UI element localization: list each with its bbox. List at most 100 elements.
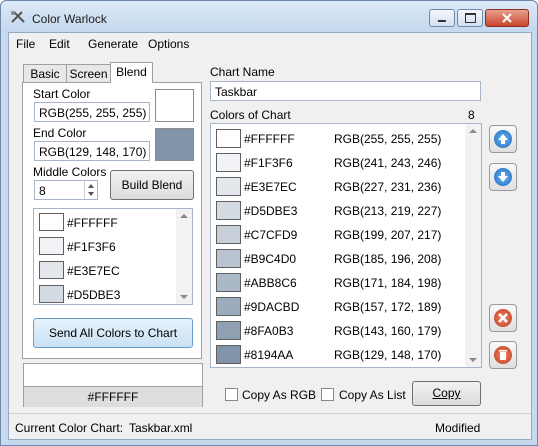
spin-down-icon[interactable] [88,192,94,196]
chart-color-row[interactable]: #FFFFFF RGB(255, 255, 255) [211,129,481,152]
copy-as-list-checkbox[interactable] [321,388,334,401]
rgb-label: RGB(199, 207, 217) [334,228,442,242]
color-swatch [216,249,241,268]
move-down-button[interactable] [489,163,517,191]
scroll-up-icon[interactable] [180,214,188,218]
end-color-swatch[interactable] [155,128,194,161]
hex-label: #D5DBE3 [244,204,298,218]
chart-color-row[interactable]: #E3E7EC RGB(227, 231, 236) [211,177,481,200]
start-color-label: Start Color [33,87,91,101]
menu-options[interactable]: Options [148,37,189,51]
remove-color-button[interactable] [489,304,517,332]
hex-label: #D5DBE3 [67,288,121,302]
rgb-label: RGB(129, 148, 170) [334,348,442,362]
list-item[interactable]: #FFFFFF [34,213,192,236]
build-blend-button[interactable]: Build Blend [110,170,194,200]
middle-colors-label: Middle Colors [33,165,107,179]
hex-label: #8FA0B3 [244,324,294,338]
chart-colors-list[interactable]: #8194AA RGB(129, 148, 170) #8FA0B3 RGB(143,… [210,123,482,368]
selected-color-swatch [24,364,202,386]
hex-label: #9DACBD [244,300,300,314]
blend-preview-list[interactable]: #FFFFFF #F1F3F6 #E3E7EC #D5DBE3 [33,208,193,305]
chart-list-scrollbar[interactable] [465,124,481,367]
color-swatch-0 [39,213,64,231]
list-item[interactable]: #E3E7EC [34,261,192,284]
start-color-field[interactable]: RGB(255, 255, 255) [34,102,150,122]
tab-blend[interactable]: Blend [110,62,153,83]
hex-label: #8194AA [244,348,294,362]
list-item[interactable]: #F1F3F6 [34,237,192,260]
maximize-button[interactable] [457,9,483,27]
chart-color-row[interactable]: #F1F3F6 RGB(241, 243, 246) [211,153,481,176]
color-swatch-1 [39,237,64,255]
blend-panel: Start Color RGB(255, 255, 255) End Color… [22,82,202,359]
minimize-button[interactable] [429,9,455,27]
minimize-icon [438,20,446,22]
chart-color-row[interactable]: #ABB8C6 RGB(171, 184, 198) [211,273,481,296]
hex-label: #ABB8C6 [244,276,297,290]
status-bar: Current Color Chart: Taskbar.xml Modifie… [9,413,531,440]
tab-screen[interactable]: Screen [66,64,111,82]
end-color-label: End Color [33,126,87,140]
hex-label: #C7CFD9 [244,228,298,242]
status-file: Taskbar.xml [129,421,193,435]
maximize-icon [464,13,476,23]
copy-as-rgb-label[interactable]: Copy As RGB [242,388,316,402]
chart-color-row[interactable]: #8FA0B3 RGB(143, 160, 179) [211,321,481,344]
copy-button[interactable]: Copy [412,381,481,406]
color-swatch [216,345,241,364]
rgb-label: RGB(213, 219, 227) [334,204,442,218]
tab-basic[interactable]: Basic [23,64,67,82]
menu-edit[interactable]: Edit [49,37,70,51]
chart-color-row[interactable]: #D5DBE3 RGB(213, 219, 227) [211,201,481,224]
rgb-label: RGB(185, 196, 208) [334,252,442,266]
preview-scrollbar[interactable] [176,209,192,304]
arrow-up-icon [494,130,512,148]
scroll-down-icon[interactable] [180,295,188,299]
menu-bar: File Edit Generate Options [9,33,531,54]
chart-color-row[interactable]: #C7CFD9 RGB(199, 207, 217) [211,225,481,248]
start-color-swatch[interactable] [155,89,194,122]
chart-color-row[interactable]: #8194AA RGB(129, 148, 170) [211,345,481,367]
chart-color-row[interactable]: #9DACBD RGB(157, 172, 189) [211,297,481,320]
menu-generate[interactable]: Generate [88,37,138,51]
arrow-down-icon [494,168,512,186]
color-swatch [216,321,241,340]
rgb-label: RGB(227, 231, 236) [334,180,442,194]
scroll-down-icon[interactable] [469,358,477,362]
app-window: Color Warlock File Edit Generate Options… [0,0,538,446]
color-swatch [216,225,241,244]
status-label: Current Color Chart: [15,421,124,435]
client-area: File Edit Generate Options Basic Screen … [8,32,532,440]
color-swatch [216,177,241,196]
app-icon [11,11,25,23]
menu-file[interactable]: File [16,37,35,51]
hex-label: #B9C4D0 [244,252,297,266]
chart-name-label: Chart Name [210,65,275,79]
end-color-field[interactable]: RGB(129, 148, 170) [34,141,150,161]
chart-color-count: 8 [468,108,475,122]
delete-chart-button[interactable] [489,341,517,369]
list-item[interactable]: #D5DBE3 [34,285,192,304]
send-all-colors-button[interactable]: Send All Colors to Chart [33,318,193,348]
trash-icon [494,346,512,364]
chart-color-row[interactable]: #B9C4D0 RGB(185, 196, 208) [211,249,481,272]
middle-colors-spinner[interactable] [84,181,98,199]
move-up-button[interactable] [489,125,517,153]
color-swatch [216,201,241,220]
close-button[interactable] [485,9,529,27]
color-swatch [216,297,241,316]
copy-as-list-label[interactable]: Copy As List [339,388,406,402]
hex-label: #F1F3F6 [244,156,293,170]
copy-as-rgb-checkbox[interactable] [225,388,238,401]
title-bar: Color Warlock [1,1,537,31]
hex-label: #F1F3F6 [67,240,116,254]
rgb-label: RGB(171, 184, 198) [334,276,442,290]
scroll-up-icon[interactable] [469,129,477,133]
rgb-label: RGB(143, 160, 179) [334,324,442,338]
spin-up-icon[interactable] [88,184,94,188]
colors-of-chart-label: Colors of Chart [210,108,291,122]
hex-label: #FFFFFF [67,216,118,230]
chart-name-input[interactable]: Taskbar [210,81,481,101]
color-swatch-2 [39,261,64,279]
